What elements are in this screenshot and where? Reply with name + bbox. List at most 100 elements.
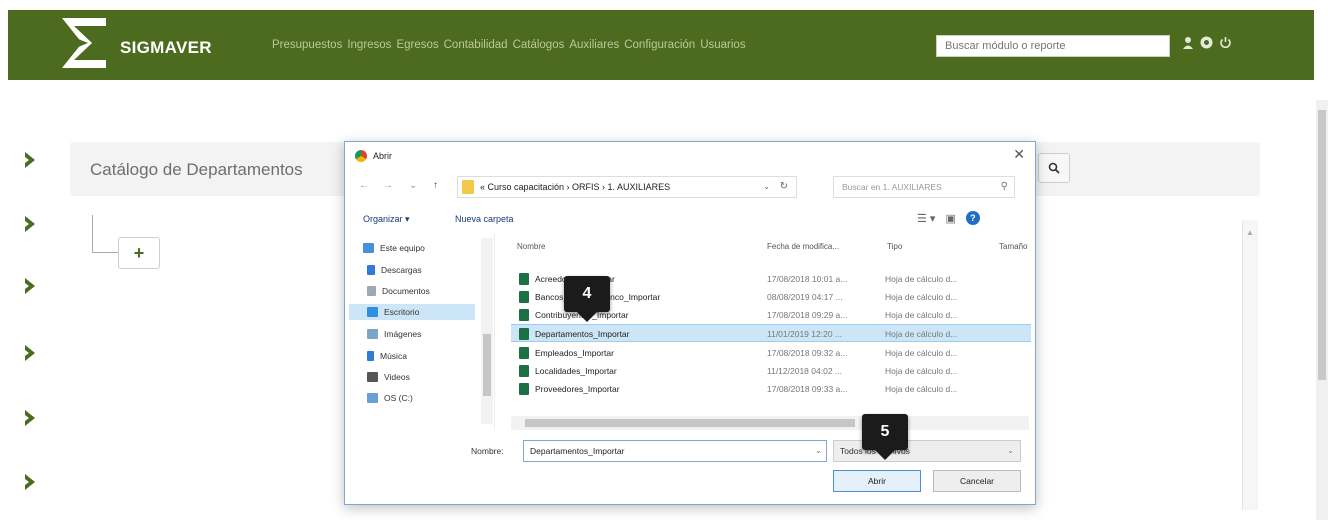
column-header-size[interactable]: Tamaño	[999, 242, 1027, 251]
recent-chevron-icon[interactable]: ⌄	[409, 180, 417, 191]
file-type: Hoja de cálculo d...	[885, 292, 958, 302]
search-icon	[1048, 162, 1060, 174]
help-icon[interactable]: ?	[965, 211, 980, 225]
folder-icon	[462, 180, 474, 194]
filename-label: Nombre:	[471, 446, 504, 456]
menu-item-catalogos[interactable]: Catálogos	[513, 39, 565, 51]
preview-pane-icon[interactable]: ▣	[945, 212, 955, 225]
nav-item-videos[interactable]: Videos	[367, 369, 410, 385]
dialog-titlebar: Abrir ✕	[345, 142, 1035, 170]
nav-item-label: Descargas	[381, 265, 422, 275]
navbar-icons	[1182, 36, 1232, 50]
scroll-up-icon[interactable]: ▲	[1246, 228, 1254, 237]
file-type: Hoja de cálculo d...	[885, 274, 958, 284]
nav-item-label: Videos	[384, 372, 410, 382]
excel-file-icon	[519, 273, 529, 285]
nav-item-os-c[interactable]: OS (C:)	[367, 390, 413, 406]
back-arrow-icon[interactable]: ←	[359, 180, 369, 191]
dialog-address-row: ← → ⌄ ↑ « Curso capacitación › ORFIS › 1…	[353, 176, 1029, 198]
music-icon	[367, 351, 374, 361]
navigation-pane: Este equipo Descargas Documentos Escrito…	[345, 234, 495, 430]
menu-item-egresos[interactable]: Egresos	[396, 39, 438, 51]
file-row[interactable]: Localidades_Importar 11/12/2018 04:02 ..…	[511, 362, 1031, 380]
forward-arrow-icon[interactable]: →	[383, 180, 393, 191]
file-row[interactable]: Empleados_Importar 17/08/2018 09:32 a...…	[511, 344, 1031, 362]
file-type: Hoja de cálculo d...	[885, 366, 958, 376]
chevron-down-icon[interactable]: ⌄	[763, 182, 770, 191]
chevron-right-icon[interactable]	[22, 408, 38, 428]
chevron-right-icon[interactable]	[22, 343, 38, 363]
file-list-hscrollbar-thumb[interactable]	[525, 419, 855, 427]
column-header-type[interactable]: Tipo	[887, 242, 902, 251]
nav-item-descargas[interactable]: Descargas	[367, 262, 422, 278]
chevron-right-icon[interactable]	[22, 150, 38, 170]
view-options-icon[interactable]: ☰ ▾	[917, 212, 935, 225]
folder-search-box[interactable]: Buscar en 1. AUXILIARES ⚲	[833, 176, 1015, 198]
user-icon[interactable]	[1182, 36, 1194, 50]
excel-file-icon	[519, 291, 529, 303]
nav-item-label: OS (C:)	[384, 393, 413, 403]
chevron-right-icon[interactable]	[22, 472, 38, 492]
column-header-date[interactable]: Fecha de modifica...	[767, 242, 839, 251]
dialog-title: Abrir	[373, 151, 393, 161]
file-name: Empleados_Importar	[535, 348, 614, 358]
tree-connector	[92, 215, 93, 253]
nav-item-label: Documentos	[382, 286, 430, 296]
file-name: Localidades_Importar	[535, 366, 617, 376]
video-icon	[367, 372, 378, 382]
nav-item-musica[interactable]: Música	[367, 348, 407, 364]
step-callout-5: 5	[862, 414, 908, 460]
page-scrollbar-thumb[interactable]	[1318, 110, 1326, 380]
view-controls: ☰ ▾ ▣ ?	[917, 211, 980, 225]
nav-pane-scrollbar[interactable]	[481, 238, 493, 424]
file-row[interactable]: Proveedores_Importar 17/08/2018 09:33 a.…	[511, 380, 1031, 398]
menu-item-configuracion[interactable]: Configuración	[624, 39, 695, 51]
up-arrow-icon[interactable]: ↑	[433, 180, 438, 191]
open-button[interactable]: Abrir	[833, 470, 921, 492]
chrome-icon	[355, 150, 367, 162]
menu-item-auxiliares[interactable]: Auxiliares	[569, 39, 619, 51]
refresh-icon[interactable]: ↻	[780, 181, 788, 192]
chevron-right-icon[interactable]	[22, 276, 38, 296]
module-search-input[interactable]	[936, 35, 1170, 57]
menu-item-contabilidad[interactable]: Contabilidad	[444, 39, 508, 51]
tree-connector	[92, 252, 118, 253]
logout-icon[interactable]	[1219, 36, 1232, 49]
brand-name[interactable]: SIGMAVER	[120, 38, 212, 58]
file-type: Hoja de cálculo d...	[885, 310, 958, 320]
organize-button[interactable]: Organizar ▾	[363, 214, 410, 225]
close-icon[interactable]: ✕	[1013, 146, 1025, 163]
filename-input[interactable]: Departamentos_Importar	[523, 440, 827, 462]
help-circle-icon[interactable]	[1200, 36, 1213, 49]
nav-item-escritorio[interactable]: Escritorio	[349, 304, 475, 320]
add-department-button[interactable]: +	[118, 237, 160, 269]
excel-file-icon	[519, 328, 529, 340]
cancel-button[interactable]: Cancelar	[933, 470, 1021, 492]
file-name: Proveedores_Importar	[535, 384, 620, 394]
sigmaver-logo-icon[interactable]	[58, 14, 110, 72]
file-date: 11/12/2018 04:02 ...	[767, 366, 842, 376]
menu-item-usuarios[interactable]: Usuarios	[700, 39, 745, 51]
chevron-down-icon: ⌄	[1007, 446, 1014, 455]
nav-item-documentos[interactable]: Documentos	[367, 283, 430, 299]
header-search-button[interactable]	[1038, 153, 1070, 183]
address-path[interactable]: « Curso capacitación › ORFIS › 1. AUXILI…	[480, 182, 670, 192]
nav-item-imagenes[interactable]: Imágenes	[367, 326, 421, 342]
folder-search-placeholder[interactable]: Buscar en 1. AUXILIARES	[842, 182, 942, 192]
menu-item-ingresos[interactable]: Ingresos	[347, 39, 391, 51]
nav-item-este-equipo[interactable]: Este equipo	[363, 240, 425, 256]
address-bar[interactable]: « Curso capacitación › ORFIS › 1. AUXILI…	[457, 176, 797, 198]
chevron-down-icon[interactable]: ⌄	[815, 446, 822, 455]
open-file-dialog: Abrir ✕ ← → ⌄ ↑ « Curso capacitación › O…	[344, 141, 1036, 505]
column-header-name[interactable]: Nombre	[517, 242, 545, 251]
menu-item-presupuestos[interactable]: Presupuestos	[272, 39, 342, 51]
file-row-selected[interactable]: Departamentos_Importar 11/01/2019 12:20 …	[511, 324, 1031, 342]
new-folder-button[interactable]: Nueva carpeta	[455, 214, 514, 224]
download-icon	[367, 265, 375, 275]
step-callout-4: 4	[564, 276, 610, 322]
main-menu: Presupuestos Ingresos Egresos Contabilid…	[272, 39, 746, 51]
nav-pane-scrollbar-thumb[interactable]	[483, 334, 491, 396]
content-scrollbar[interactable]	[1242, 220, 1258, 510]
chevron-right-icon[interactable]	[22, 214, 38, 234]
file-type: Hoja de cálculo d...	[885, 348, 958, 358]
